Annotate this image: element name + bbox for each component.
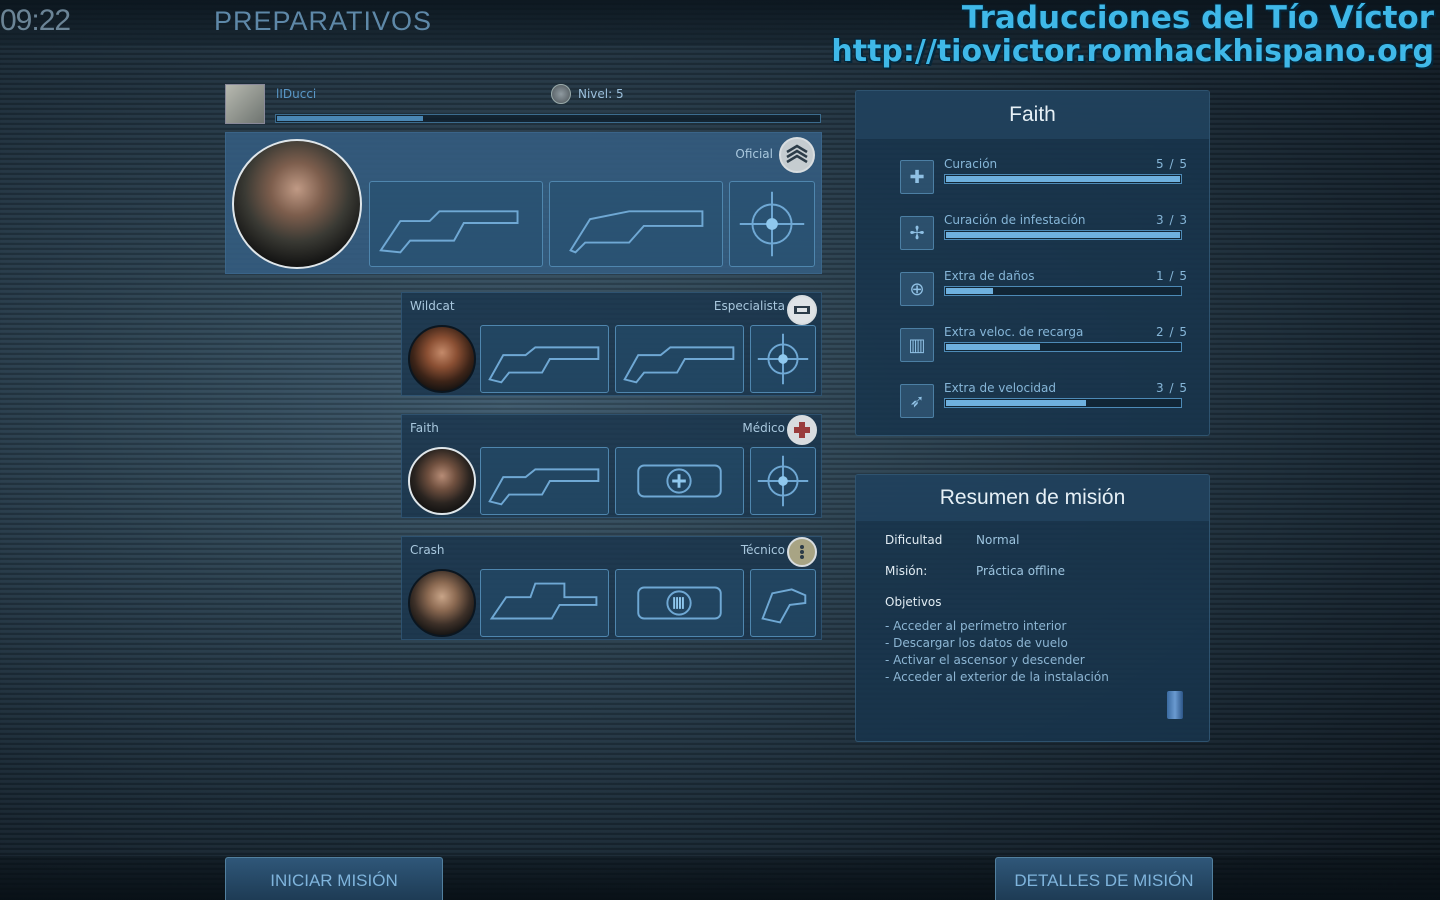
squad-portrait[interactable] bbox=[408, 325, 476, 393]
page-title: PREPARATIVOS bbox=[214, 6, 433, 36]
run-speed-icon: ➶ bbox=[900, 384, 934, 418]
level-badge-icon bbox=[551, 84, 571, 104]
scrollbar-thumb[interactable] bbox=[1167, 691, 1183, 719]
squad-portrait[interactable] bbox=[232, 139, 362, 269]
weapon-slot-primary[interactable] bbox=[369, 181, 543, 267]
weapon-slot-primary[interactable] bbox=[480, 447, 609, 515]
squad-class-label: Oficial bbox=[735, 147, 773, 161]
skill-slot[interactable] bbox=[750, 447, 816, 515]
squad-card-leader[interactable]: Oficial bbox=[225, 132, 822, 274]
skill-bar bbox=[944, 230, 1182, 240]
skill-value: 3 / 5 bbox=[1156, 381, 1188, 395]
player-level: Nivel: 5 bbox=[578, 87, 624, 101]
skills-panel-title: Faith bbox=[856, 91, 1209, 139]
skill-name: Curación de infestación bbox=[944, 213, 1086, 227]
skill-bar-fill bbox=[946, 344, 1040, 350]
mission-label: Misión: bbox=[885, 564, 928, 578]
damage-target-icon: ⊕ bbox=[900, 272, 934, 306]
skill-name: Extra veloc. de recarga bbox=[944, 325, 1084, 339]
skill-value: 5 / 5 bbox=[1156, 157, 1188, 171]
objective-item: - Activar el ascensor y descender bbox=[885, 653, 1085, 667]
skill-name: Extra de velocidad bbox=[944, 381, 1056, 395]
skill-value: 3 / 3 bbox=[1156, 213, 1188, 227]
skill-row[interactable]: ⊕ Extra de daños 1 / 5 bbox=[900, 269, 1212, 309]
officer-rank-icon bbox=[779, 137, 815, 173]
skill-bar bbox=[944, 174, 1182, 184]
squad-card-crash[interactable]: Crash Técnico bbox=[401, 536, 822, 640]
skills-panel: Faith ✚ Curación 5 / 5 ✢ Curación de inf… bbox=[855, 90, 1210, 436]
skill-value: 2 / 5 bbox=[1156, 325, 1188, 339]
squad-class-label: Médico bbox=[742, 421, 785, 435]
objective-item: - Acceder al exterior de la instalación bbox=[885, 670, 1109, 684]
watermark-url: http://tiovictor.romhackhispano.org bbox=[831, 34, 1434, 69]
start-mission-button[interactable]: INICIAR MISIÓN bbox=[225, 857, 443, 900]
player-name: lIDucci bbox=[276, 87, 317, 101]
reload-speed-icon: ▥ bbox=[900, 328, 934, 362]
skill-bar bbox=[944, 342, 1182, 352]
player-row: lIDucci Nivel: 5 bbox=[225, 84, 822, 124]
player-avatar[interactable] bbox=[225, 84, 265, 124]
skill-row[interactable]: ✢ Curación de infestación 3 / 3 bbox=[900, 213, 1212, 253]
squad-name: Wildcat bbox=[410, 299, 455, 313]
skill-row[interactable]: ▥ Extra veloc. de recarga 2 / 5 bbox=[900, 325, 1212, 365]
xp-bar bbox=[275, 114, 821, 123]
difficulty-label: Dificultad bbox=[885, 533, 943, 547]
tech-wrench-icon bbox=[787, 537, 817, 567]
ammo-slot[interactable] bbox=[615, 569, 744, 637]
squad-name: Faith bbox=[410, 421, 439, 435]
objectives-label: Objetivos bbox=[885, 595, 942, 609]
objective-item: - Descargar los datos de vuelo bbox=[885, 636, 1068, 650]
mission-details-button[interactable]: DETALLES DE MISIÓN bbox=[995, 857, 1213, 900]
skill-slot[interactable] bbox=[729, 181, 815, 267]
heal-cross-icon: ✚ bbox=[900, 160, 934, 194]
squad-card-wildcat[interactable]: Wildcat Especialista bbox=[401, 292, 822, 396]
mission-value: Práctica offline bbox=[976, 564, 1065, 578]
skill-slot[interactable] bbox=[750, 325, 816, 393]
clock: 09:22 bbox=[0, 4, 71, 37]
sentry-slot[interactable] bbox=[750, 569, 816, 637]
specialist-gun-icon bbox=[787, 295, 817, 325]
weapon-slot-primary[interactable] bbox=[480, 569, 609, 637]
medkit-slot[interactable] bbox=[615, 447, 744, 515]
skill-bar bbox=[944, 286, 1182, 296]
skill-name: Extra de daños bbox=[944, 269, 1035, 283]
skill-row[interactable]: ➶ Extra de velocidad 3 / 5 bbox=[900, 381, 1212, 421]
skill-bar-fill bbox=[946, 176, 1180, 182]
weapon-slot-secondary[interactable] bbox=[615, 325, 744, 393]
mission-summary-panel: Resumen de misión Dificultad Normal Misi… bbox=[855, 474, 1210, 742]
squad-class-label: Especialista bbox=[713, 299, 785, 313]
squad-name: Crash bbox=[410, 543, 445, 557]
skill-bar-fill bbox=[946, 288, 993, 294]
skill-value: 1 / 5 bbox=[1156, 269, 1188, 283]
objective-item: - Acceder al perímetro interior bbox=[885, 619, 1067, 633]
xp-bar-fill bbox=[277, 116, 423, 121]
weapon-slot-secondary[interactable] bbox=[549, 181, 723, 267]
skill-bar-fill bbox=[946, 400, 1086, 406]
difficulty-value: Normal bbox=[976, 533, 1020, 547]
skill-bar-fill bbox=[946, 232, 1180, 238]
summary-title: Resumen de misión bbox=[856, 475, 1209, 521]
squad-card-faith[interactable]: Faith Médico bbox=[401, 414, 822, 518]
infestation-heal-icon: ✢ bbox=[900, 216, 934, 250]
squad-portrait[interactable] bbox=[408, 569, 476, 637]
squad-portrait[interactable] bbox=[408, 447, 476, 515]
skill-row[interactable]: ✚ Curación 5 / 5 bbox=[900, 157, 1212, 197]
squad-class-label: Técnico bbox=[740, 543, 785, 557]
weapon-slot-primary[interactable] bbox=[480, 325, 609, 393]
bottom-bar bbox=[0, 856, 1440, 900]
watermark-title: Traducciones del Tío Víctor bbox=[961, 0, 1434, 36]
skill-name: Curación bbox=[944, 157, 998, 171]
skill-bar bbox=[944, 398, 1182, 408]
medic-cross-icon bbox=[787, 415, 817, 445]
